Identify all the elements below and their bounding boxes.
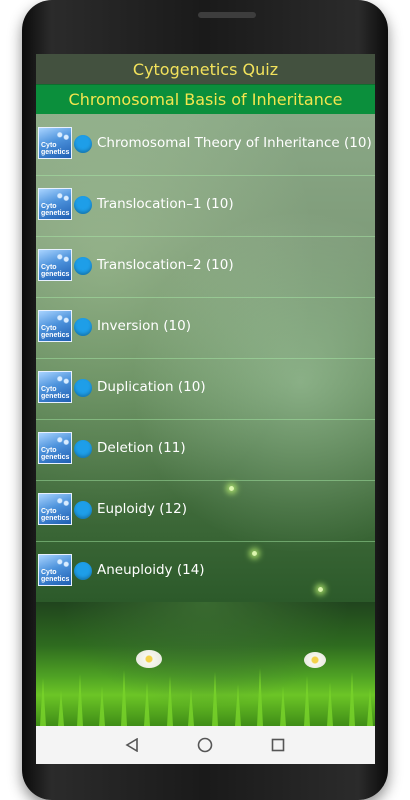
app-bar: Cytogenetics Quiz — [36, 54, 375, 84]
thumbnail-label: Cyto genetics — [41, 325, 70, 339]
grass-blade — [349, 672, 355, 726]
blue-dot-icon — [74, 257, 92, 275]
blue-dot-icon — [74, 318, 92, 336]
cytogenetics-thumbnail: Cyto genetics — [38, 554, 72, 586]
grass-blade — [40, 678, 46, 726]
grass-blade — [58, 690, 64, 726]
speaker-grille — [198, 12, 256, 18]
blue-dot-icon — [74, 440, 92, 458]
grass-blade — [188, 688, 194, 726]
home-button[interactable] — [197, 737, 213, 753]
grass-blade — [167, 676, 173, 726]
thumbnail-label: Cyto genetics — [41, 142, 70, 156]
list-item-label: Aneuploidy (14) — [97, 562, 205, 578]
list-item[interactable]: Cyto genetics Translocation–1 (10) — [36, 175, 375, 237]
chromosome-graphic — [55, 313, 71, 325]
recents-square-icon — [271, 738, 285, 752]
cytogenetics-thumbnail: Cyto genetics — [38, 249, 72, 281]
list-item[interactable]: Cyto genetics Aneuploidy (14) — [36, 541, 375, 602]
cytogenetics-thumbnail: Cyto genetics — [38, 371, 72, 403]
blue-dot-icon — [74, 379, 92, 397]
chromosome-graphic — [55, 191, 71, 203]
thumbnail-label: Cyto genetics — [41, 447, 70, 461]
blue-dot-icon — [74, 196, 92, 214]
cytogenetics-thumbnail: Cyto genetics — [38, 188, 72, 220]
thumbnail-label: Cyto genetics — [41, 508, 70, 522]
grass-blade — [235, 684, 241, 726]
recents-button[interactable] — [270, 737, 286, 753]
grass-blade — [280, 686, 286, 726]
chromosome-graphic — [55, 130, 71, 142]
list-item[interactable]: Cyto genetics Euploidy (12) — [36, 480, 375, 542]
section-header: Chromosomal Basis of Inheritance — [36, 84, 375, 114]
list-item-label: Deletion (11) — [97, 440, 186, 456]
cytogenetics-thumbnail: Cyto genetics — [38, 493, 72, 525]
cytogenetics-thumbnail: Cyto genetics — [38, 310, 72, 342]
list-item-label: Duplication (10) — [97, 379, 206, 395]
blue-dot-icon — [74, 501, 92, 519]
thumbnail-label: Cyto genetics — [41, 569, 70, 583]
back-triangle-icon — [125, 738, 138, 752]
list-item[interactable]: Cyto genetics Chromosomal Theory of Inhe… — [36, 114, 375, 176]
cytogenetics-thumbnail: Cyto genetics — [38, 127, 72, 159]
chromosome-graphic — [55, 374, 71, 386]
list-item[interactable]: Cyto genetics Deletion (11) — [36, 419, 375, 481]
section-title: Chromosomal Basis of Inheritance — [68, 90, 343, 109]
grass-blade — [99, 686, 105, 726]
list-item[interactable]: Cyto genetics Translocation–2 (10) — [36, 236, 375, 298]
cytogenetics-thumbnail: Cyto genetics — [38, 432, 72, 464]
list-item-label: Euploidy (12) — [97, 501, 187, 517]
back-button[interactable] — [124, 737, 140, 753]
list-item-label: Translocation–1 (10) — [97, 196, 234, 212]
thumbnail-label: Cyto genetics — [41, 203, 70, 217]
grass-blade — [367, 688, 373, 726]
topic-list: Cyto genetics Chromosomal Theory of Inhe… — [36, 114, 375, 674]
thumbnail-label: Cyto genetics — [41, 386, 70, 400]
chromosome-graphic — [55, 496, 71, 508]
grass-blade — [77, 674, 83, 726]
chromosome-graphic — [55, 557, 71, 569]
daisy-flower — [136, 650, 162, 668]
chromosome-graphic — [55, 435, 71, 447]
grass-blade — [304, 676, 310, 726]
list-item[interactable]: Cyto genetics Inversion (10) — [36, 297, 375, 359]
list-item[interactable]: Cyto genetics Duplication (10) — [36, 358, 375, 420]
grass-blade — [121, 670, 127, 726]
blue-dot-icon — [74, 562, 92, 580]
thumbnail-label: Cyto genetics — [41, 264, 70, 278]
daisy-flower — [304, 652, 326, 668]
blue-dot-icon — [74, 135, 92, 153]
chromosome-graphic — [55, 252, 71, 264]
home-circle-icon — [197, 737, 213, 753]
grass-blade — [327, 682, 333, 726]
list-item-label: Chromosomal Theory of Inheritance (10) — [97, 135, 372, 151]
grass-blade — [257, 668, 263, 726]
grass-blade — [212, 672, 218, 726]
grass-blade — [144, 682, 150, 726]
list-item-label: Translocation–2 (10) — [97, 257, 234, 273]
grass-background — [36, 602, 375, 726]
app-title: Cytogenetics Quiz — [132, 59, 279, 79]
list-item-label: Inversion (10) — [97, 318, 191, 334]
android-nav-bar — [36, 726, 375, 764]
app-screen: Cytogenetics Quiz Chromosomal Basis of I… — [36, 54, 375, 764]
